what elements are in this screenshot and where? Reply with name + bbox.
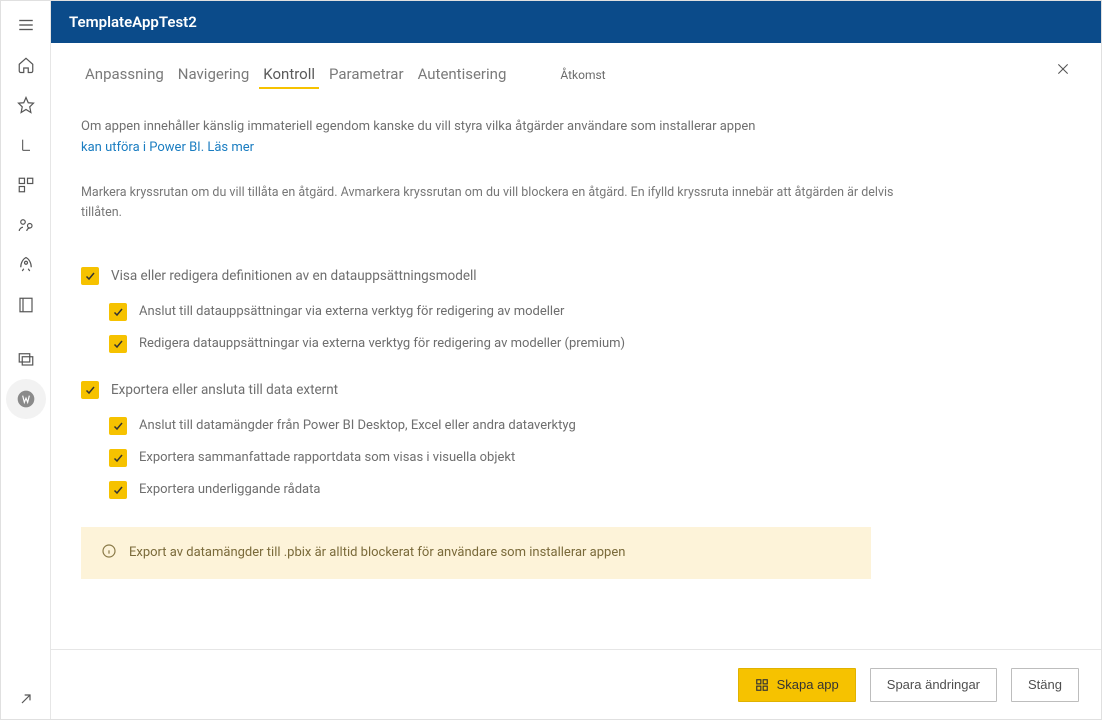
group1-child-0-row: Anslut till datauppsättningar via extern… (109, 303, 1071, 321)
intro-link[interactable]: kan utföra i Power BI. Läs mer (81, 140, 254, 155)
intro-line1: Om appen innehåller känslig immateriell … (81, 119, 755, 134)
intro-text: Om appen innehåller känslig immateriell … (81, 117, 1001, 159)
tab-parametrar[interactable]: Parametrar (325, 61, 408, 87)
create-app-button[interactable]: Skapa app (738, 668, 856, 702)
current-workspace-icon[interactable] (6, 379, 46, 419)
group2-child-0-label: Anslut till datamängder från Power BI De… (139, 418, 576, 433)
checkbox-group1-child-0[interactable] (109, 303, 127, 321)
tabs: Anpassning Navigering Kontroll Parametra… (81, 61, 1071, 89)
checkbox-group1[interactable] (81, 267, 99, 285)
deployment-icon[interactable] (6, 245, 46, 285)
group1-parent-row: Visa eller redigera definitionen av en d… (81, 267, 1071, 285)
checkbox-group1-child-1[interactable] (109, 335, 127, 353)
grid-icon (755, 678, 769, 692)
save-button[interactable]: Spara ändringar (870, 668, 997, 702)
expand-icon[interactable] (6, 679, 46, 719)
workspaces-icon[interactable] (6, 339, 46, 379)
group1-child-1-row: Redigera datauppsättningar via externa v… (109, 335, 1071, 353)
learn-icon[interactable] (6, 285, 46, 325)
tab-kontroll[interactable]: Kontroll (259, 61, 319, 89)
content-area: Anpassning Navigering Kontroll Parametra… (51, 43, 1101, 649)
tab-anpassning[interactable]: Anpassning (81, 61, 168, 87)
group2-child-0-row: Anslut till datamängder från Power BI De… (109, 417, 1071, 435)
left-nav (1, 1, 51, 719)
checkbox-group2-child-0[interactable] (109, 417, 127, 435)
group1-parent-label: Visa eller redigera definitionen av en d… (111, 268, 477, 284)
menu-icon[interactable] (6, 5, 46, 45)
group2-child-1-row: Exportera sammanfattade rapportdata som … (109, 449, 1071, 467)
tab-navigering[interactable]: Navigering (174, 61, 253, 87)
close-label: Stäng (1028, 677, 1062, 692)
group1-child-0-label: Anslut till datauppsättningar via extern… (139, 304, 564, 319)
group1-child-1-label: Redigera datauppsättningar via externa v… (139, 336, 625, 351)
info-banner-text: Export av datamängder till .pbix är allt… (129, 545, 625, 560)
tab-atkomst[interactable]: Åtkomst (556, 64, 609, 86)
group2-parent-row: Exportera eller ansluta till data extern… (81, 381, 1071, 399)
intro-sub: Markera kryssrutan om du vill tillåta en… (81, 183, 901, 223)
group2-child-1-label: Exportera sammanfattade rapportdata som … (139, 450, 515, 465)
footer: Skapa app Spara ändringar Stäng (51, 649, 1101, 719)
close-icon[interactable] (1049, 55, 1077, 83)
create-app-label: Skapa app (777, 677, 839, 692)
app-header: TemplateAppTest2 (51, 1, 1101, 43)
checkbox-group2[interactable] (81, 381, 99, 399)
shared-icon[interactable] (6, 205, 46, 245)
group2-parent-label: Exportera eller ansluta till data extern… (111, 382, 338, 398)
apps-icon[interactable] (6, 165, 46, 205)
group2-child-2-label: Exportera underliggande rådata (139, 482, 320, 497)
info-banner: Export av datamängder till .pbix är allt… (81, 527, 871, 579)
checkbox-group2-child-2[interactable] (109, 481, 127, 499)
star-icon[interactable] (6, 85, 46, 125)
close-button[interactable]: Stäng (1011, 668, 1079, 702)
recent-icon[interactable] (6, 125, 46, 165)
app-title: TemplateAppTest2 (69, 13, 197, 31)
save-label: Spara ändringar (887, 677, 980, 692)
tab-autentisering[interactable]: Autentisering (414, 61, 511, 87)
checkbox-group2-child-1[interactable] (109, 449, 127, 467)
info-icon (101, 543, 117, 563)
home-icon[interactable] (6, 45, 46, 85)
group2-child-2-row: Exportera underliggande rådata (109, 481, 1071, 499)
